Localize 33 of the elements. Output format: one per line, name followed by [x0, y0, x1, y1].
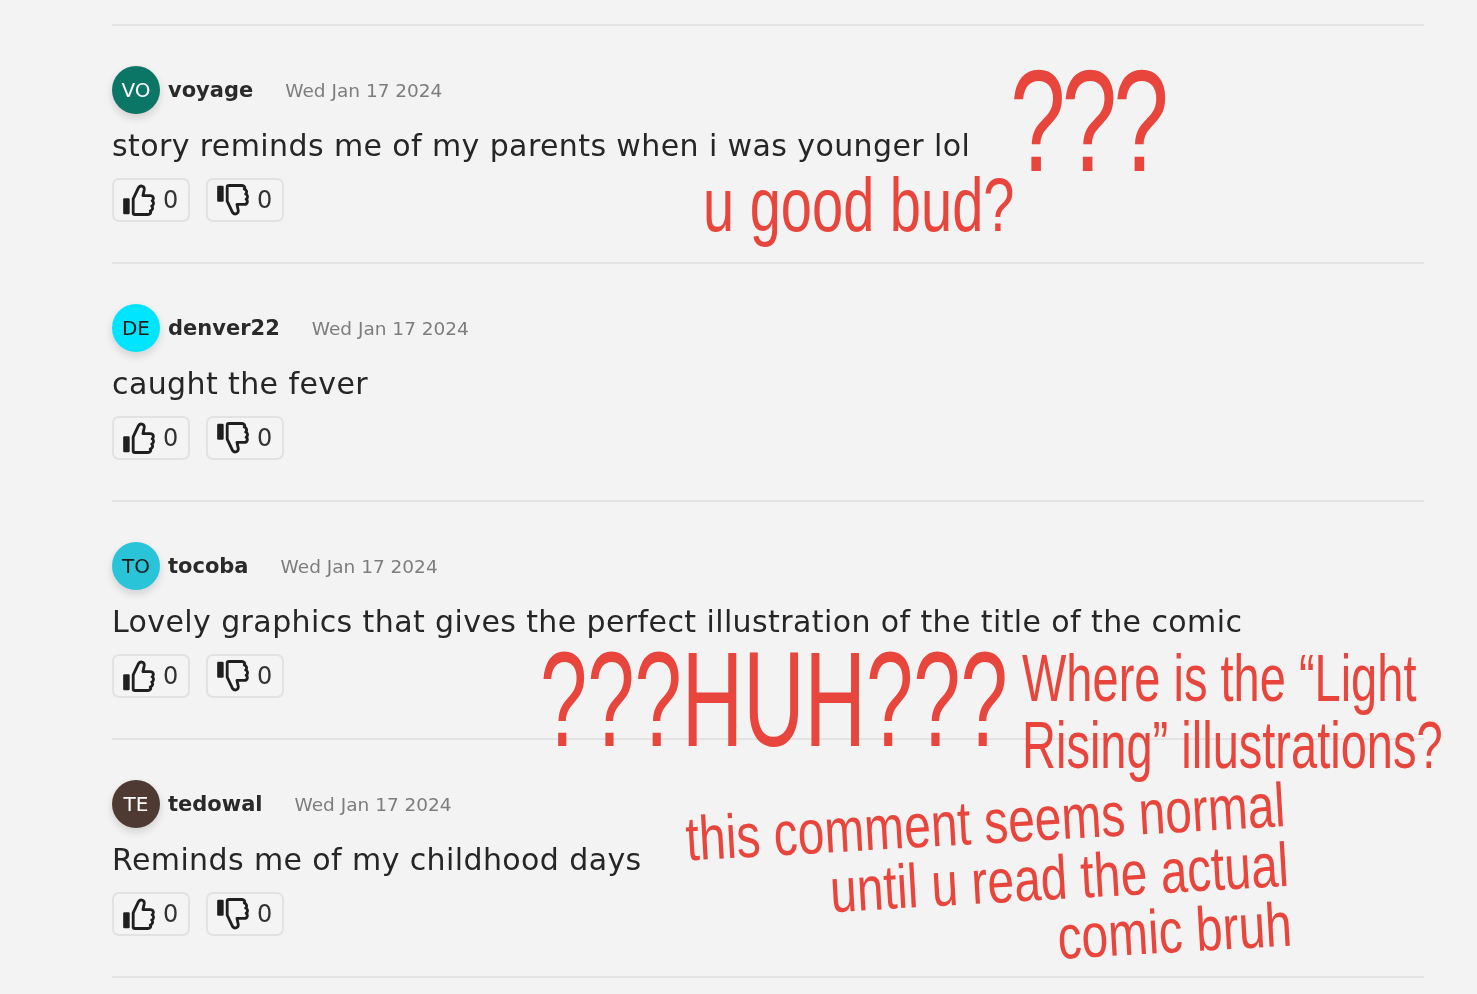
- username[interactable]: tedowal: [168, 792, 263, 816]
- comment-date: Wed Jan 17 2024: [285, 79, 443, 101]
- dislike-button[interactable]: 0: [206, 416, 284, 460]
- username[interactable]: tocoba: [168, 554, 249, 578]
- username[interactable]: denver22: [168, 316, 280, 340]
- like-button[interactable]: 0: [112, 892, 190, 936]
- like-button[interactable]: 0: [112, 654, 190, 698]
- comment-text: story reminds me of my parents when i was younger lol: [112, 127, 971, 165]
- dislike-button[interactable]: 0: [206, 654, 284, 698]
- thumbs-down-icon: [216, 898, 249, 930]
- thumbs-up-icon: [122, 898, 155, 930]
- username[interactable]: voyage: [168, 78, 254, 102]
- comment-text: caught the fever: [112, 365, 368, 403]
- comment-text: Lovely graphics that gives the perfect illustration of the title of the comic: [112, 603, 1243, 641]
- thumbs-down-icon: [216, 184, 249, 216]
- like-button[interactable]: 0: [112, 416, 190, 460]
- handwritten-note: ???HUH???: [540, 644, 1008, 756]
- comment-date: Wed Jan 17 2024: [294, 793, 452, 815]
- user-avatar: TE: [112, 780, 160, 828]
- user-avatar: TO: [112, 542, 160, 590]
- thumbs-up-icon: [122, 184, 155, 216]
- thumbs-down-icon: [216, 660, 249, 692]
- thumbs-up-icon: [122, 660, 155, 692]
- user-avatar: DE: [112, 304, 160, 352]
- dislike-button[interactable]: 0: [206, 178, 284, 222]
- comment-date: Wed Jan 17 2024: [311, 317, 469, 339]
- thumbs-down-icon: [216, 422, 249, 454]
- like-button[interactable]: 0: [112, 178, 190, 222]
- comment-date: Wed Jan 17 2024: [280, 555, 438, 577]
- user-avatar: VO: [112, 66, 160, 114]
- dislike-button[interactable]: 0: [206, 892, 284, 936]
- comment-text: Reminds me of my childhood days: [112, 841, 642, 879]
- thumbs-up-icon: [122, 422, 155, 454]
